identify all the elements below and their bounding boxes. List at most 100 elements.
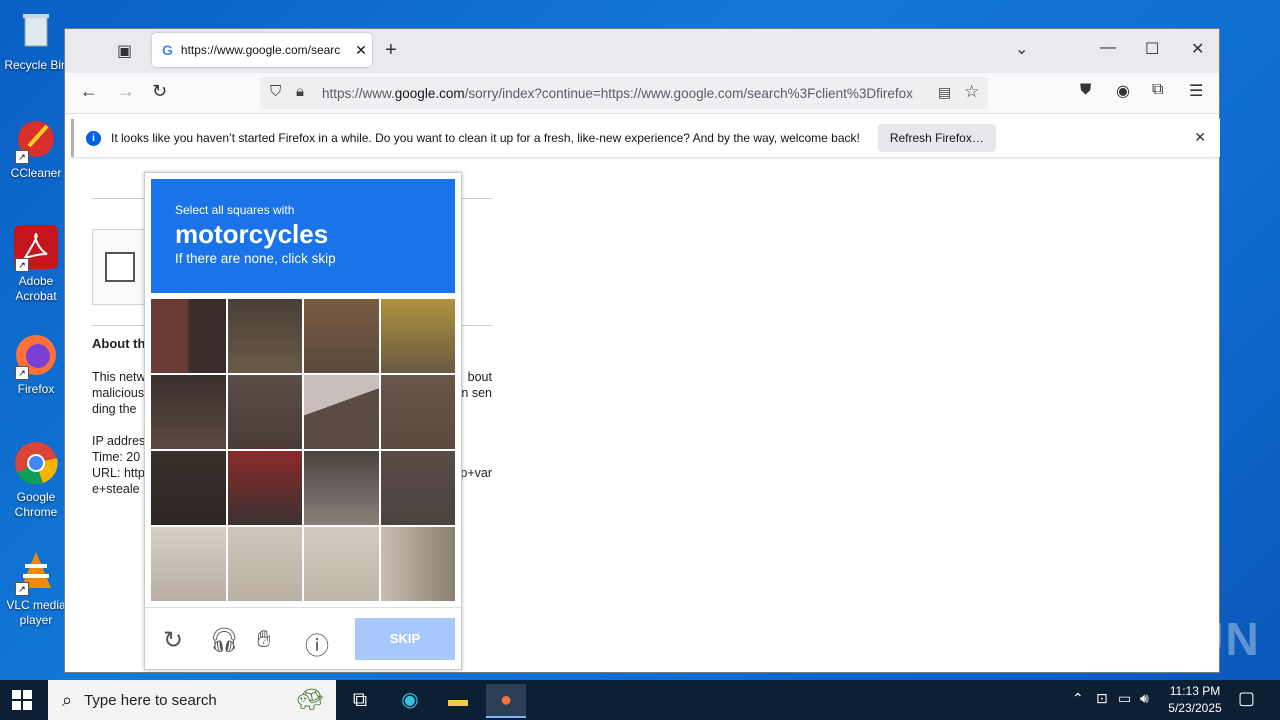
- file-explorer-taskbar-icon[interactable]: ▬: [438, 684, 478, 716]
- grid-tile[interactable]: [227, 299, 302, 373]
- hand-icon[interactable]: ✋︎: [257, 626, 271, 654]
- challenge-header: Select all squares with motorcycles If t…: [151, 179, 455, 293]
- desktop-icon-ccleaner[interactable]: ↗ CCleaner: [0, 116, 72, 181]
- info-help-icon[interactable]: ⓘ: [305, 626, 329, 661]
- url-bar[interactable]: ⛉ 🔒︎ https://www.google.com/sorry/index?…: [260, 77, 988, 109]
- desktop-icon-label: Firefox: [17, 382, 55, 396]
- shortcut-arrow-icon: ↗: [15, 150, 29, 164]
- minimize-icon[interactable]: —: [1100, 39, 1116, 57]
- network-icon[interactable]: ▭: [1118, 690, 1131, 707]
- desktop-icon-label: CCleaner: [10, 166, 62, 180]
- challenge-hint: If there are none, click skip: [175, 251, 336, 266]
- clock-date: 5/23/2025: [1168, 701, 1222, 715]
- grid-tile[interactable]: [151, 451, 226, 525]
- grid-tile[interactable]: [380, 451, 455, 525]
- clock[interactable]: 11:13 PM 5/23/2025: [1160, 680, 1230, 720]
- back-icon[interactable]: ←: [80, 81, 98, 102]
- grid-tile[interactable]: [151, 375, 226, 449]
- windows-start-icon[interactable]: [12, 690, 32, 710]
- skip-button[interactable]: SKIP: [355, 618, 455, 660]
- url-domain: google.com: [394, 85, 465, 101]
- grid-tile[interactable]: [380, 299, 455, 373]
- grid-tile[interactable]: [304, 451, 379, 525]
- maximize-icon[interactable]: ☐: [1145, 39, 1159, 59]
- account-icon[interactable]: ◉: [1116, 81, 1130, 101]
- list-all-tabs-icon[interactable]: ⌄: [1015, 39, 1028, 59]
- grid-tile[interactable]: [151, 299, 226, 373]
- grid-tile[interactable]: [304, 299, 379, 373]
- challenge-footer: ↻ 🎧︎ ✋︎ ⓘ SKIP: [145, 607, 461, 670]
- nav-bar: ← → ↻ ⛉ 🔒︎ https://www.google.com/sorry/…: [65, 73, 1219, 114]
- recaptcha-checkbox[interactable]: [105, 252, 135, 282]
- google-favicon-icon: G: [162, 42, 173, 58]
- challenge-target: motorcycles: [175, 219, 329, 249]
- desktop-icon-label: Recycle Bin: [4, 58, 68, 72]
- tray-chevron-icon[interactable]: ⌃: [1072, 690, 1084, 707]
- grid-tile[interactable]: [380, 527, 455, 601]
- anyrun-watermark: ANY RUN: [1038, 613, 1261, 665]
- desktop-icon-label: VLC media player: [6, 598, 66, 627]
- close-window-icon[interactable]: ✕: [1191, 39, 1204, 59]
- new-tab-icon[interactable]: +: [385, 39, 397, 62]
- forward-icon[interactable]: →: [117, 81, 135, 102]
- desktop-icon-vlc[interactable]: ↗ VLC media player: [0, 548, 72, 628]
- firefox-taskbar-icon[interactable]: ●: [486, 684, 526, 718]
- lock-icon[interactable]: 🔒︎: [296, 83, 304, 100]
- info-icon: i: [86, 130, 101, 146]
- vlc-icon: ↗: [13, 548, 59, 596]
- tab-close-icon[interactable]: ✕: [350, 42, 372, 59]
- notification-close-icon[interactable]: ✕: [1194, 129, 1206, 146]
- shortcut-arrow-icon: ↗: [15, 366, 29, 380]
- tab-title: https://www.google.com/searc: [180, 43, 341, 57]
- desktop-icon-label: Google Chrome: [14, 490, 58, 519]
- search-placeholder: Type here to search: [84, 691, 217, 709]
- grid-tile[interactable]: [304, 527, 379, 601]
- ccleaner-icon: ↗: [13, 116, 59, 164]
- url-label-right: p+var: [460, 466, 492, 480]
- para-line-right: n sen: [461, 386, 492, 400]
- grid-tile[interactable]: [227, 527, 302, 601]
- reload-challenge-icon[interactable]: ↻: [163, 626, 183, 655]
- desktop-icon-adobe-acrobat[interactable]: ↗ Adobe Acrobat: [0, 224, 72, 304]
- reader-view-icon[interactable]: ▤: [938, 84, 951, 101]
- tracking-shield-icon[interactable]: ⛉: [270, 83, 281, 100]
- clock-time: 11:13 PM: [1169, 684, 1221, 698]
- audio-challenge-icon[interactable]: 🎧︎: [209, 626, 239, 655]
- recaptcha-challenge: Select all squares with motorcycles If t…: [144, 172, 462, 670]
- notification-center-icon[interactable]: ▢: [1238, 688, 1255, 709]
- pocket-icon[interactable]: ⛊: [1080, 81, 1091, 98]
- desktop-icon-firefox[interactable]: ↗ Firefox: [0, 332, 72, 397]
- reload-icon[interactable]: ↻: [152, 81, 167, 102]
- refresh-firefox-button[interactable]: Refresh Firefox…: [877, 124, 996, 152]
- recycle-bin-icon: [13, 8, 59, 54]
- desktop-icon-recycle-bin[interactable]: Recycle Bin: [0, 8, 72, 73]
- extensions-icon[interactable]: ⧉: [1152, 81, 1163, 99]
- edge-taskbar-icon[interactable]: ◉: [390, 684, 430, 716]
- tray-device-icon[interactable]: ⊡: [1096, 690, 1108, 707]
- url-text: https://www.google.com/sorry/index?conti…: [322, 86, 932, 101]
- url-rest: /sorry/index?continue=https://www.google…: [464, 85, 913, 101]
- bookmark-star-icon[interactable]: ☆: [964, 82, 979, 102]
- grid-tile[interactable]: [227, 451, 302, 525]
- tab-google[interactable]: G https://www.google.com/searc ✕: [152, 33, 372, 67]
- menu-icon[interactable]: ☰: [1189, 81, 1203, 101]
- grid-tile[interactable]: [380, 375, 455, 449]
- para-line-right: bout: [467, 370, 492, 384]
- taskbar-search[interactable]: ⌕ Type here to search 🐢︎: [48, 680, 336, 720]
- turtle-icon: 🐢︎: [296, 687, 324, 712]
- challenge-instruction: Select all squares with: [175, 203, 295, 217]
- system-tray: ⌃ ⊡ ▭ 🔊︎: [1068, 680, 1160, 720]
- taskbar: ⌕ Type here to search 🐢︎ ⧉ ◉ ▬ ● ⌃ ⊡ ▭ 🔊…: [0, 680, 1280, 720]
- tab-manager-icon[interactable]: ▣: [117, 41, 132, 61]
- para-line: This netw: [92, 370, 146, 384]
- grid-tile[interactable]: [304, 375, 379, 449]
- chrome-icon: [13, 440, 59, 486]
- shortcut-arrow-icon: ↗: [15, 258, 29, 272]
- task-view-icon[interactable]: ⧉: [340, 684, 380, 716]
- para-line: malicious: [92, 386, 145, 400]
- desktop-icon-chrome[interactable]: Google Chrome: [0, 440, 72, 520]
- grid-tile[interactable]: [151, 527, 226, 601]
- tab-bar: ▣ G https://www.google.com/searc ✕ + ⌄ —…: [65, 29, 1219, 73]
- grid-tile[interactable]: [227, 375, 302, 449]
- volume-icon[interactable]: 🔊︎: [1140, 690, 1149, 707]
